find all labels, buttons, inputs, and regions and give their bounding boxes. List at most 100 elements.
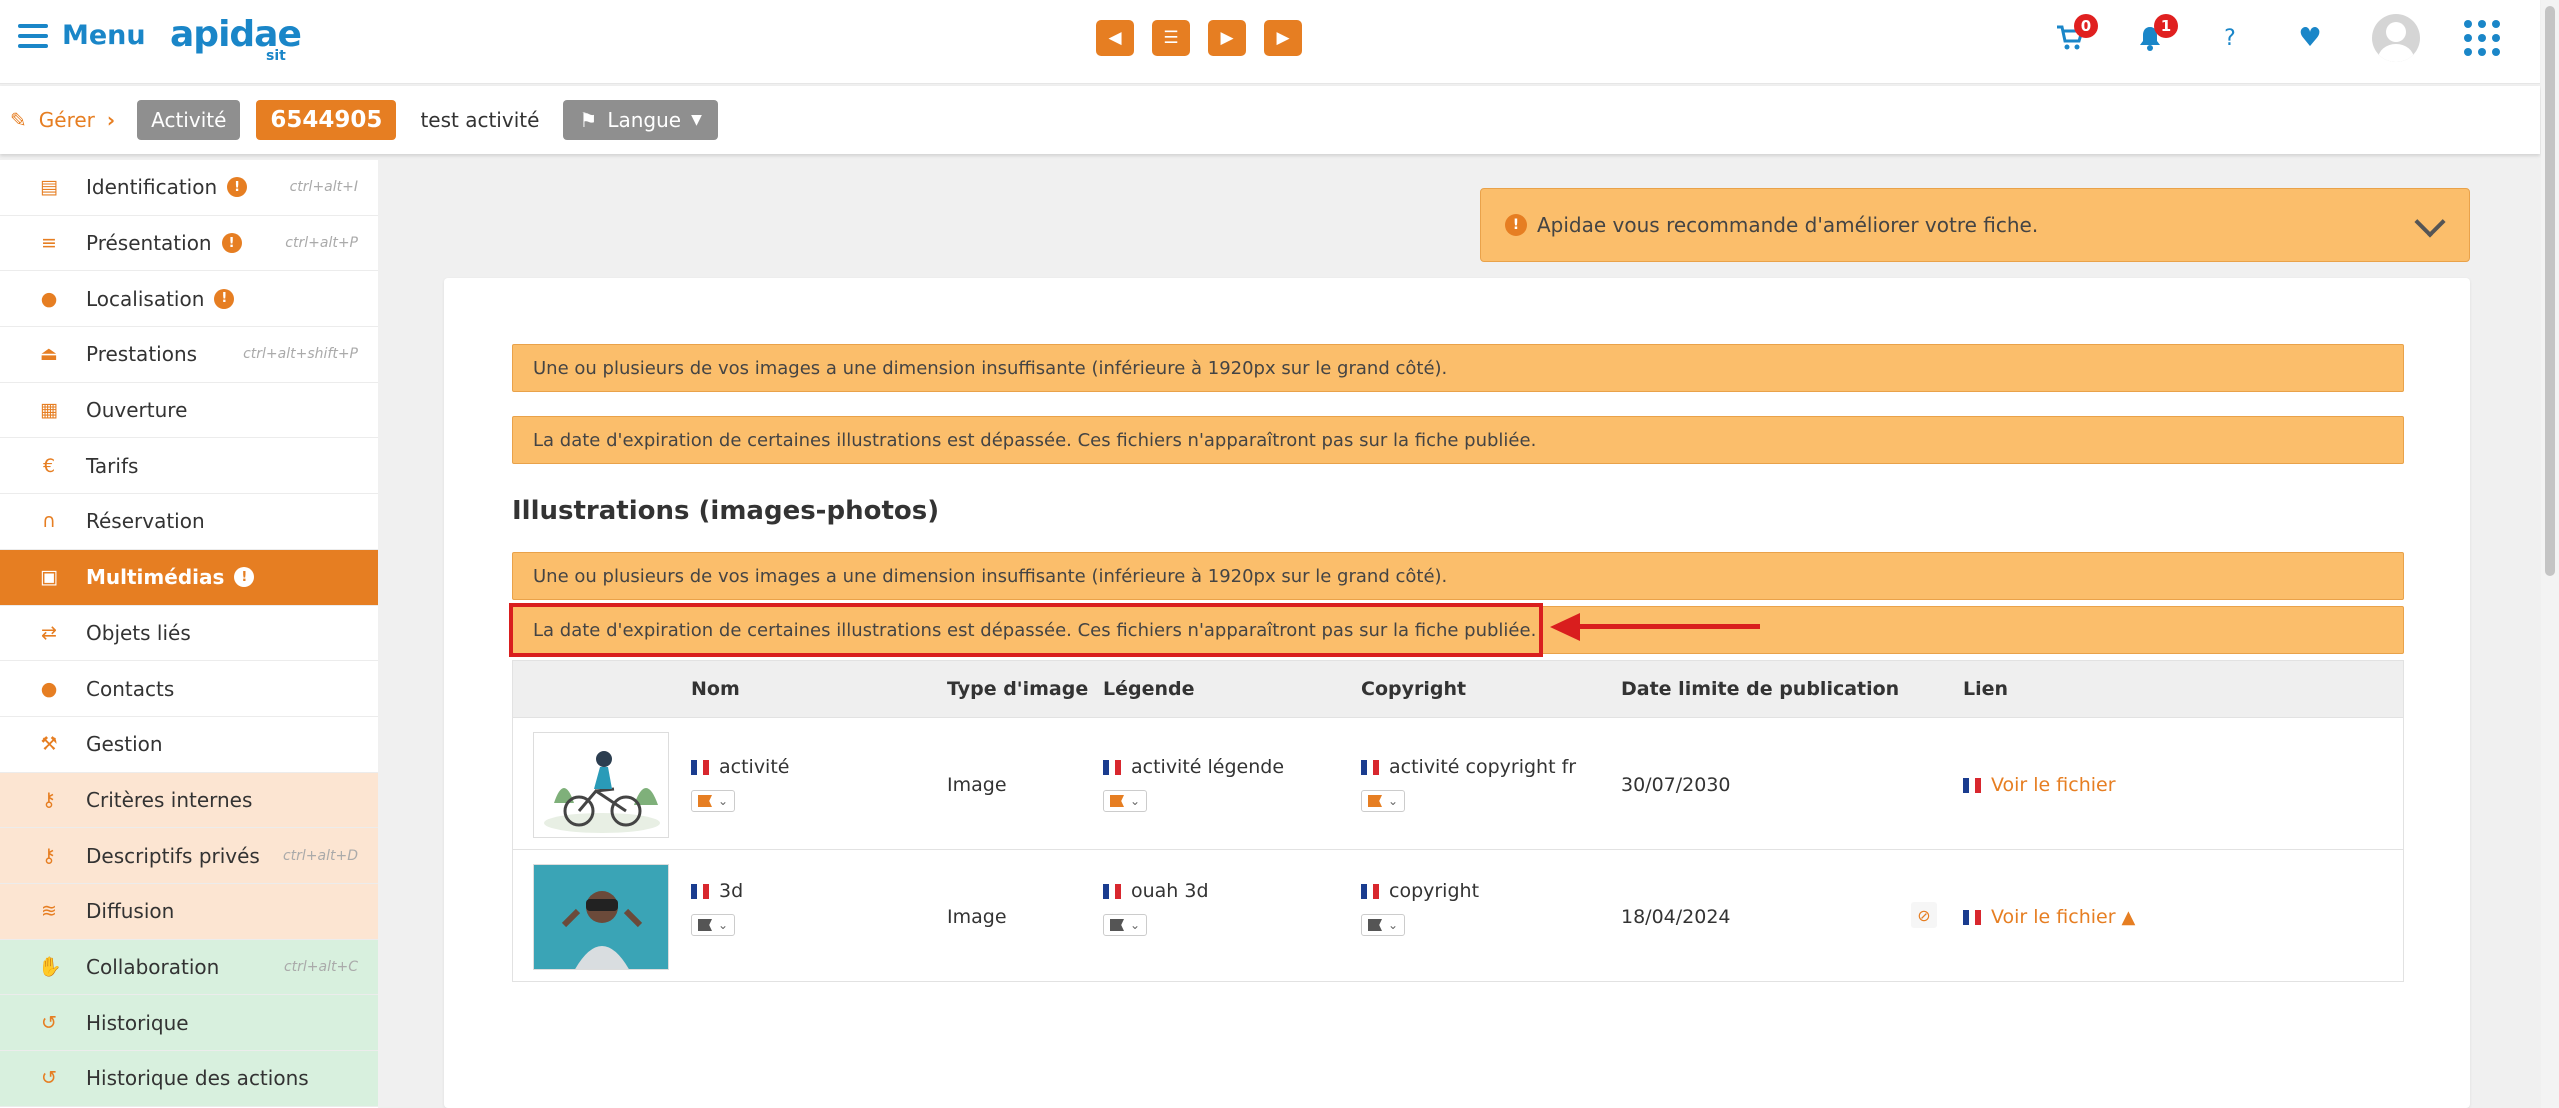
sidebar-item-contacts[interactable]: ● Contacts xyxy=(0,661,378,717)
history-icon: ↺ xyxy=(41,1011,57,1034)
play-button[interactable]: ▶ xyxy=(1264,20,1302,56)
favorites-button[interactable]: ♥ xyxy=(2292,18,2328,58)
sidebar-item-collaboration[interactable]: ✋ Collaboration ctrl+alt+C xyxy=(0,939,378,996)
sidebar-item-localisation[interactable]: ● Localisation ! xyxy=(0,271,378,328)
flag-icon xyxy=(1110,919,1124,931)
alert-expiration: La date d'expiration de certaines illust… xyxy=(512,416,2404,464)
logo-sub: sit xyxy=(266,48,286,64)
help-button[interactable]: ? xyxy=(2212,18,2248,58)
list-button[interactable]: ☰ xyxy=(1152,20,1190,56)
chevron-down-icon[interactable] xyxy=(2414,206,2446,238)
legende-value: ouah 3d xyxy=(1131,880,1209,902)
menu-label: Menu xyxy=(62,20,146,51)
sidebar-item-presentation[interactable]: ≡ Présentation ! ctrl+alt+P xyxy=(0,216,378,272)
language-flag-dropdown[interactable]: ⌄ xyxy=(1361,914,1406,936)
sidebar-item-identification[interactable]: ▤ Identification ! ctrl+alt+I xyxy=(0,160,378,216)
sidebar-item-multimedias[interactable]: ▣ Multimédias ! xyxy=(0,549,378,606)
recommendation-banner[interactable]: ! Apidae vous recommande d'améliorer vot… xyxy=(1480,188,2470,262)
col-copyright: Copyright xyxy=(1361,678,1467,700)
language-flag-dropdown[interactable]: ⌄ xyxy=(691,914,736,936)
hamburger-icon xyxy=(18,23,48,48)
language-flag-dropdown[interactable]: ⌄ xyxy=(1361,790,1406,812)
notifications-button[interactable]: 1 xyxy=(2132,14,2178,58)
page-scrollbar[interactable] xyxy=(2541,0,2559,1108)
menu-button[interactable]: Menu xyxy=(18,20,146,51)
previous-record-button[interactable]: ◀ xyxy=(1096,20,1134,56)
sidebar-item-criteres-internes[interactable]: ⚷ Critères internes xyxy=(0,772,378,829)
key-icon: ⚷ xyxy=(42,844,56,867)
sidebar-item-tarifs[interactable]: € Tarifs xyxy=(0,438,378,495)
french-flag-icon xyxy=(691,884,709,899)
language-flag-dropdown[interactable]: ⌄ xyxy=(691,790,736,812)
image-thumbnail[interactable] xyxy=(533,732,669,838)
french-flag-icon xyxy=(1963,910,1981,925)
sidebar-item-label: Descriptifs privés xyxy=(86,843,260,868)
chevron-down-icon: ⌄ xyxy=(718,918,729,932)
apps-grid-icon[interactable] xyxy=(2464,20,2500,56)
apidae-logo[interactable]: apidae sit xyxy=(170,14,302,64)
recommendation-text: Apidae vous recommande d'améliorer votre… xyxy=(1537,213,2039,237)
flag-icon xyxy=(1368,795,1382,807)
next-record-button[interactable]: ▶ xyxy=(1208,20,1246,56)
cart-button[interactable]: 0 xyxy=(2052,14,2098,58)
exchange-icon: ⇄ xyxy=(41,621,57,644)
sidebar-item-label: Gestion xyxy=(86,732,163,757)
language-flag-dropdown[interactable]: ⌄ xyxy=(1103,790,1148,812)
shortcut-hint: ctrl+alt+shift+P xyxy=(243,346,358,363)
sidebar-item-reservation[interactable]: ∩ Réservation xyxy=(0,494,378,550)
chevron-right-icon: › xyxy=(106,108,116,132)
gerer-label: Gérer xyxy=(38,108,95,132)
sidebar-item-historique[interactable]: ↺ Historique xyxy=(0,995,378,1051)
handshake-icon: ✋ xyxy=(38,956,62,979)
col-nom: Nom xyxy=(691,678,740,700)
header-actions: 0 1 ? ♥ xyxy=(2052,14,2500,62)
scrollbar-thumb[interactable] xyxy=(2545,6,2555,576)
record-id-tag: 6544905 xyxy=(256,100,397,140)
language-flag-dropdown[interactable]: ⌄ xyxy=(1103,914,1148,936)
lien-cell: Voir le fichier ▲ xyxy=(1963,906,2135,928)
lien-cell: Voir le fichier xyxy=(1963,774,2116,796)
sidebar-item-label: Multimédias xyxy=(86,565,225,590)
col-lien: Lien xyxy=(1963,678,2009,700)
legende-cell: ouah 3d ⌄ xyxy=(1103,880,1209,936)
sidebar-item-objets-lies[interactable]: ⇄ Objets liés xyxy=(0,606,378,662)
sidebar-item-label: Diffusion xyxy=(86,899,175,924)
col-date-limite: Date limite de publication xyxy=(1621,678,1900,700)
voir-fichier-link[interactable]: Voir le fichier xyxy=(1991,774,2116,796)
record-header: ✎ Gérer › Activité 6544905 test activité… xyxy=(0,86,2540,154)
language-dropdown[interactable]: ⚑ Langue ▼ xyxy=(563,100,718,140)
key-icon: ⚷ xyxy=(42,788,56,811)
bicycle-illustration xyxy=(544,751,660,833)
french-flag-icon xyxy=(1963,778,1981,793)
pencil-icon: ✎ xyxy=(10,108,27,132)
french-flag-icon xyxy=(691,760,709,775)
sidebar-item-diffusion[interactable]: ≋ Diffusion xyxy=(0,883,378,940)
image-thumbnail[interactable] xyxy=(533,864,669,970)
table-row: activité ⌄ Image activité légende ⌄ acti… xyxy=(513,717,2403,849)
shortcut-hint: ctrl+alt+D xyxy=(282,847,358,864)
chevron-down-icon: ⌄ xyxy=(1388,794,1399,808)
headset-icon: ∩ xyxy=(42,510,56,533)
shortcut-hint: ctrl+alt+I xyxy=(289,179,358,196)
avatar[interactable] xyxy=(2372,14,2420,62)
shortcut-hint: ctrl+alt+C xyxy=(283,958,358,975)
copyright-value: copyright xyxy=(1389,880,1480,902)
sidebar-item-descriptifs-prives[interactable]: ⚷ Descriptifs privés ctrl+alt+D xyxy=(0,828,378,884)
gerer-button[interactable]: ✎ Gérer › xyxy=(10,108,115,132)
french-flag-icon xyxy=(1103,884,1121,899)
sidebar-item-historique-actions[interactable]: ↺ Historique des actions xyxy=(0,1051,378,1107)
sidebar-item-prestations[interactable]: ⏏ Prestations ctrl+alt+shift+P xyxy=(0,327,378,383)
annotation-arrow xyxy=(1574,624,1760,629)
type-cell: Image xyxy=(947,906,1007,928)
caret-left-icon: ◀ xyxy=(1108,28,1122,48)
sidebar-item-label: Identification xyxy=(86,175,218,200)
sidebar-item-ouverture[interactable]: ▦ Ouverture xyxy=(0,383,378,439)
chevron-down-icon: ⌄ xyxy=(1130,794,1141,808)
sidebar-item-label: Localisation xyxy=(86,286,205,311)
french-flag-icon xyxy=(1361,760,1379,775)
sidebar-item-gestion[interactable]: ⚒ Gestion xyxy=(0,717,378,773)
voir-fichier-link[interactable]: Voir le fichier xyxy=(1991,906,2116,928)
warning-icon: ! xyxy=(221,233,242,254)
alert-text: Une ou plusieurs de vos images a une dim… xyxy=(533,357,1448,379)
warning-icon: ! xyxy=(214,288,235,309)
